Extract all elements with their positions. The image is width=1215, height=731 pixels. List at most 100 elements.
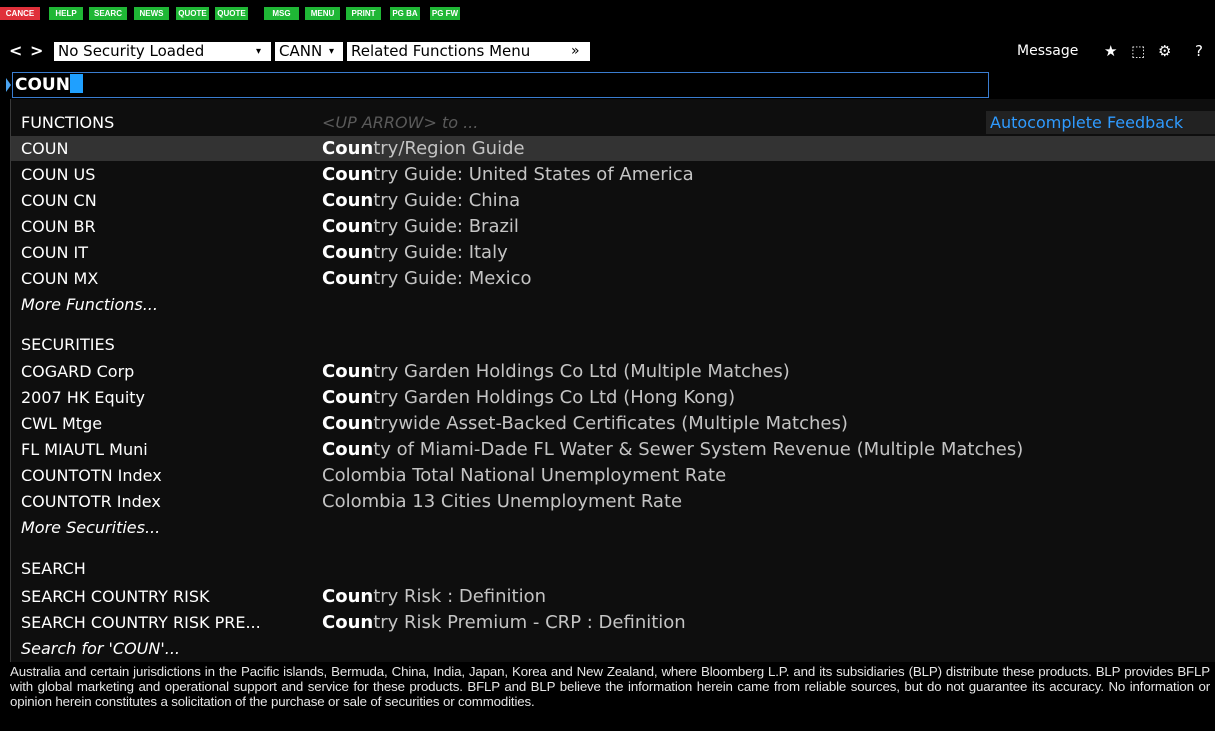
- security-dropdown[interactable]: No Security Loaded ▾: [54, 42, 271, 61]
- security-code: CWL Mtge: [21, 414, 103, 433]
- description-rest: try Guide: China: [373, 190, 521, 211]
- page-forward-key[interactable]: PG FW: [430, 7, 460, 20]
- security-code: COUNTOTR Index: [21, 492, 161, 511]
- security-row[interactable]: COUNTOTR Index Colombia 13 Cities Unempl…: [11, 489, 1215, 514]
- menu-key[interactable]: MENU: [305, 7, 340, 20]
- more-securities-link[interactable]: More Securities...: [21, 515, 160, 540]
- function-code: COUN IT: [21, 243, 89, 262]
- security-row[interactable]: FL MIAUTL Muni County of Miami-Dade FL W…: [11, 437, 1215, 462]
- search-row[interactable]: SEARCH COUNTRY RISK PRE... Country Risk …: [11, 610, 1215, 635]
- function-key-strip: CANCE HELP SEARC NEWS QUOTE QUOTE MSG ME…: [0, 0, 1215, 34]
- security-description: Country Garden Holdings Co Ltd (Multiple…: [322, 359, 790, 384]
- autocomplete-feedback-button[interactable]: Autocomplete Feedback: [986, 111, 1215, 134]
- print-key[interactable]: PRINT: [346, 7, 381, 20]
- function-description: Country Guide: United States of America: [322, 162, 694, 187]
- function-row[interactable]: COUN US Country Guide: United States of …: [11, 162, 1215, 187]
- chevron-down-icon: ▾: [256, 46, 262, 57]
- security-row[interactable]: 2007 HK Equity Country Garden Holdings C…: [11, 385, 1215, 410]
- match-highlight: Coun: [322, 164, 374, 185]
- quote-key-2[interactable]: QUOTE: [215, 7, 248, 20]
- security-row[interactable]: CWL Mtge Countrywide Asset-Backed Certif…: [11, 411, 1215, 436]
- match-highlight: Coun: [322, 216, 374, 237]
- function-description: Country Guide: Brazil: [322, 214, 519, 239]
- help-icon[interactable]: ?: [1195, 40, 1203, 62]
- function-row[interactable]: COUN Country/Region Guide: [11, 136, 1215, 161]
- more-securities-row: More Securities...: [11, 515, 1215, 540]
- quote-key-1[interactable]: QUOTE: [176, 7, 209, 20]
- description-rest: try Guide: Mexico: [373, 268, 532, 289]
- match-highlight: Coun: [322, 361, 374, 382]
- chevron-left-icon[interactable]: <: [9, 40, 22, 62]
- command-line: COUN: [0, 72, 989, 98]
- description-rest: try Guide: Brazil: [373, 216, 519, 237]
- security-code: COUNTOTN Index: [21, 466, 162, 485]
- description-rest: try Risk Premium - CRP : Definition: [373, 612, 686, 633]
- function-code: COUN CN: [21, 191, 97, 210]
- search-for-link[interactable]: Search for 'COUN'...: [21, 636, 180, 661]
- security-code: FL MIAUTL Muni: [21, 440, 148, 459]
- match-highlight: Coun: [322, 242, 374, 263]
- page-back-key[interactable]: PG BA: [390, 7, 420, 20]
- function-code: COUN MX: [21, 269, 99, 288]
- command-input-value: COUN: [15, 75, 70, 95]
- match-highlight: Coun: [322, 138, 374, 159]
- star-icon[interactable]: ★: [1104, 40, 1117, 62]
- search-row[interactable]: SEARCH COUNTRY RISK Country Risk : Defin…: [11, 584, 1215, 609]
- search-more-row: Search for 'COUN'...: [11, 636, 1215, 661]
- language-dropdown-value: CANN: [279, 42, 323, 60]
- security-description: County of Miami-Dade FL Water & Sewer Sy…: [322, 437, 1023, 462]
- search-section-header: SEARCH: [11, 556, 1215, 581]
- match-highlight: Coun: [322, 190, 374, 211]
- text-cursor: [69, 74, 83, 93]
- news-key[interactable]: NEWS: [134, 7, 169, 20]
- security-row[interactable]: COGARD Corp Country Garden Holdings Co L…: [11, 359, 1215, 384]
- search-code: SEARCH COUNTRY RISK: [21, 587, 210, 606]
- export-icon[interactable]: ⬚: [1131, 40, 1145, 62]
- chevron-down-icon: ▾: [329, 46, 335, 57]
- match-highlight: Coun: [322, 387, 374, 408]
- double-chevron-icon: »: [571, 43, 580, 59]
- language-dropdown[interactable]: CANN ▾: [275, 42, 343, 61]
- search-description: Country Risk : Definition: [322, 584, 546, 609]
- gear-icon[interactable]: ⚙: [1158, 40, 1171, 62]
- caret-right-icon: [6, 78, 11, 92]
- description-rest: Colombia Total National Unemployment Rat…: [322, 465, 727, 486]
- related-functions-menu[interactable]: Related Functions Menu »: [347, 42, 590, 61]
- description-rest: trywide Asset-Backed Certificates (Multi…: [373, 413, 848, 434]
- description-rest: try Garden Holdings Co Ltd (Hong Kong): [373, 387, 736, 408]
- security-dropdown-value: No Security Loaded: [58, 42, 205, 60]
- msg-key[interactable]: MSG: [264, 7, 299, 20]
- function-row[interactable]: COUN MX Country Guide: Mexico: [11, 266, 1215, 291]
- security-row[interactable]: COUNTOTN Index Colombia Total National U…: [11, 463, 1215, 488]
- security-description: Countrywide Asset-Backed Certificates (M…: [322, 411, 848, 436]
- match-highlight: Coun: [322, 439, 374, 460]
- search-key[interactable]: SEARC: [89, 7, 127, 20]
- description-rest: try/Region Guide: [373, 138, 525, 159]
- message-button[interactable]: Message: [1017, 40, 1078, 62]
- function-description: Country Guide: Mexico: [322, 266, 532, 291]
- match-highlight: Coun: [322, 268, 374, 289]
- match-highlight: Coun: [322, 413, 374, 434]
- autocomplete-panel: FUNCTIONS <UP ARROW> to ... Autocomplete…: [10, 99, 1215, 662]
- command-input[interactable]: COUN: [12, 72, 989, 98]
- related-functions-label: Related Functions Menu: [351, 42, 531, 60]
- function-row[interactable]: COUN IT Country Guide: Italy: [11, 240, 1215, 265]
- function-code: COUN BR: [21, 217, 96, 236]
- security-description: Colombia Total National Unemployment Rat…: [322, 463, 726, 488]
- cancel-key[interactable]: CANCE: [0, 7, 40, 20]
- security-description: Colombia 13 Cities Unemployment Rate: [322, 489, 682, 514]
- function-code: COUN: [21, 139, 69, 158]
- up-arrow-hint: <UP ARROW> to ...: [322, 113, 479, 132]
- function-code: COUN US: [21, 165, 96, 184]
- chevron-right-icon[interactable]: >: [30, 40, 43, 62]
- section-title: FUNCTIONS: [21, 113, 115, 132]
- function-row[interactable]: COUN CN Country Guide: China: [11, 188, 1215, 213]
- securities-section-header: SECURITIES: [11, 332, 1215, 357]
- function-row[interactable]: COUN BR Country Guide: Brazil: [11, 214, 1215, 239]
- match-highlight: Coun: [322, 586, 374, 607]
- function-description: Country Guide: Italy: [322, 240, 508, 265]
- description-rest: try Garden Holdings Co Ltd (Multiple Mat…: [373, 361, 790, 382]
- help-key[interactable]: HELP: [49, 7, 83, 20]
- more-functions-link[interactable]: More Functions...: [21, 292, 158, 317]
- description-rest: ty of Miami-Dade FL Water & Sewer System…: [373, 439, 1024, 460]
